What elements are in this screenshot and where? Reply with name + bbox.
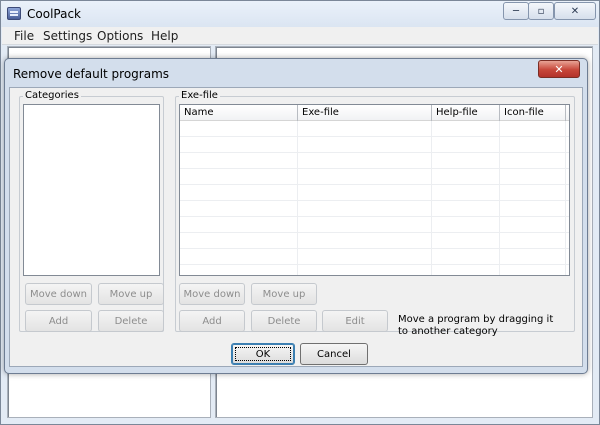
table-cell xyxy=(500,249,566,265)
table-cell xyxy=(180,265,298,275)
drag-hint: Move a program by dragging it to another… xyxy=(398,314,573,338)
table-cell xyxy=(298,217,432,233)
table-cell xyxy=(180,169,298,185)
menu-bar: File Settings Options Help xyxy=(2,27,598,45)
minimize-button[interactable]: ─ xyxy=(503,2,529,20)
table-cell xyxy=(500,201,566,217)
title-bar: CoolPack ─ ▫ ✕ xyxy=(1,1,599,27)
dialog-close-button[interactable]: ✕ xyxy=(538,60,580,78)
table-row[interactable] xyxy=(180,137,569,153)
remove-default-programs-dialog: Remove default programs ✕ Categories Mov… xyxy=(4,58,588,374)
table-cell xyxy=(500,233,566,249)
table-cell xyxy=(298,153,432,169)
table-row[interactable] xyxy=(180,169,569,185)
table-cell xyxy=(298,201,432,217)
table-row[interactable] xyxy=(180,249,569,265)
app-icon xyxy=(7,7,21,20)
table-cell xyxy=(180,185,298,201)
dialog-client: Categories Move down Move up Add Delete … xyxy=(9,87,583,367)
table-cell xyxy=(500,265,566,275)
table-cell xyxy=(298,185,432,201)
app-title: CoolPack xyxy=(27,7,81,21)
table-cell xyxy=(432,233,500,249)
exe-file-label: Exe-file xyxy=(179,90,220,101)
menu-options[interactable]: Options xyxy=(97,29,143,43)
categories-group: Categories Move down Move up Add Delete xyxy=(19,90,164,332)
table-cell xyxy=(180,121,298,137)
exe-move-down-button[interactable]: Move down xyxy=(179,283,245,305)
menu-settings[interactable]: Settings xyxy=(43,29,92,43)
categories-list[interactable] xyxy=(23,104,160,276)
exe-file-group: Exe-file Name Exe-file Help-file Icon-fi… xyxy=(175,90,575,337)
table-cell xyxy=(500,217,566,233)
table-cell xyxy=(500,121,566,137)
table-cell xyxy=(180,217,298,233)
focus-rectangle xyxy=(235,347,291,361)
table-row[interactable] xyxy=(180,121,569,137)
table-cell xyxy=(500,153,566,169)
table-cell xyxy=(432,121,500,137)
drag-hint-line-2: to another category xyxy=(398,326,498,337)
cancel-button[interactable]: Cancel xyxy=(300,343,368,365)
table-cell xyxy=(180,153,298,169)
table-cell xyxy=(298,121,432,137)
programs-table[interactable]: Name Exe-file Help-file Icon-file xyxy=(179,104,570,276)
table-cell xyxy=(432,153,500,169)
categories-label: Categories xyxy=(23,90,81,101)
table-cell xyxy=(432,249,500,265)
categories-add-button[interactable]: Add xyxy=(25,310,92,332)
menu-file[interactable]: File xyxy=(14,29,34,43)
table-row[interactable] xyxy=(180,217,569,233)
dialog-title: Remove default programs xyxy=(13,67,170,81)
table-cell xyxy=(500,185,566,201)
table-cell xyxy=(432,265,500,275)
drag-hint-line-1: Move a program by dragging it xyxy=(398,314,554,325)
table-cell xyxy=(500,137,566,153)
categories-move-down-button[interactable]: Move down xyxy=(25,283,92,305)
close-button[interactable]: ✕ xyxy=(554,2,596,20)
table-cell xyxy=(180,233,298,249)
column-header-icon-file[interactable]: Icon-file xyxy=(500,105,566,121)
table-cell xyxy=(500,169,566,185)
table-cell xyxy=(432,201,500,217)
table-row[interactable] xyxy=(180,233,569,249)
exe-move-up-button[interactable]: Move up xyxy=(251,283,317,305)
maximize-icon: ▫ xyxy=(537,5,545,17)
table-cell xyxy=(298,137,432,153)
column-header-exe-file[interactable]: Exe-file xyxy=(298,105,432,121)
table-cell xyxy=(298,169,432,185)
table-row[interactable] xyxy=(180,265,569,275)
minimize-icon: ─ xyxy=(512,5,520,17)
table-cell xyxy=(432,137,500,153)
table-cell xyxy=(298,265,432,275)
table-body xyxy=(180,121,569,275)
ok-button[interactable]: OK xyxy=(231,343,295,365)
column-header-help-file[interactable]: Help-file xyxy=(432,105,500,121)
table-row[interactable] xyxy=(180,185,569,201)
column-header-name[interactable]: Name xyxy=(180,105,298,121)
exe-delete-button[interactable]: Delete xyxy=(251,310,317,332)
menu-help[interactable]: Help xyxy=(151,29,178,43)
table-header: Name Exe-file Help-file Icon-file xyxy=(180,105,569,121)
maximize-button[interactable]: ▫ xyxy=(528,2,554,20)
table-cell xyxy=(432,185,500,201)
table-row[interactable] xyxy=(180,153,569,169)
table-cell xyxy=(180,137,298,153)
exe-edit-button[interactable]: Edit xyxy=(322,310,388,332)
close-icon: ✕ xyxy=(570,5,580,17)
table-cell xyxy=(432,217,500,233)
close-icon: ✕ xyxy=(554,62,564,76)
table-cell xyxy=(298,233,432,249)
table-row[interactable] xyxy=(180,201,569,217)
categories-move-up-button[interactable]: Move up xyxy=(98,283,164,305)
exe-add-button[interactable]: Add xyxy=(179,310,245,332)
table-cell xyxy=(180,249,298,265)
table-cell xyxy=(180,201,298,217)
categories-delete-button[interactable]: Delete xyxy=(98,310,164,332)
table-cell xyxy=(298,249,432,265)
table-cell xyxy=(432,169,500,185)
